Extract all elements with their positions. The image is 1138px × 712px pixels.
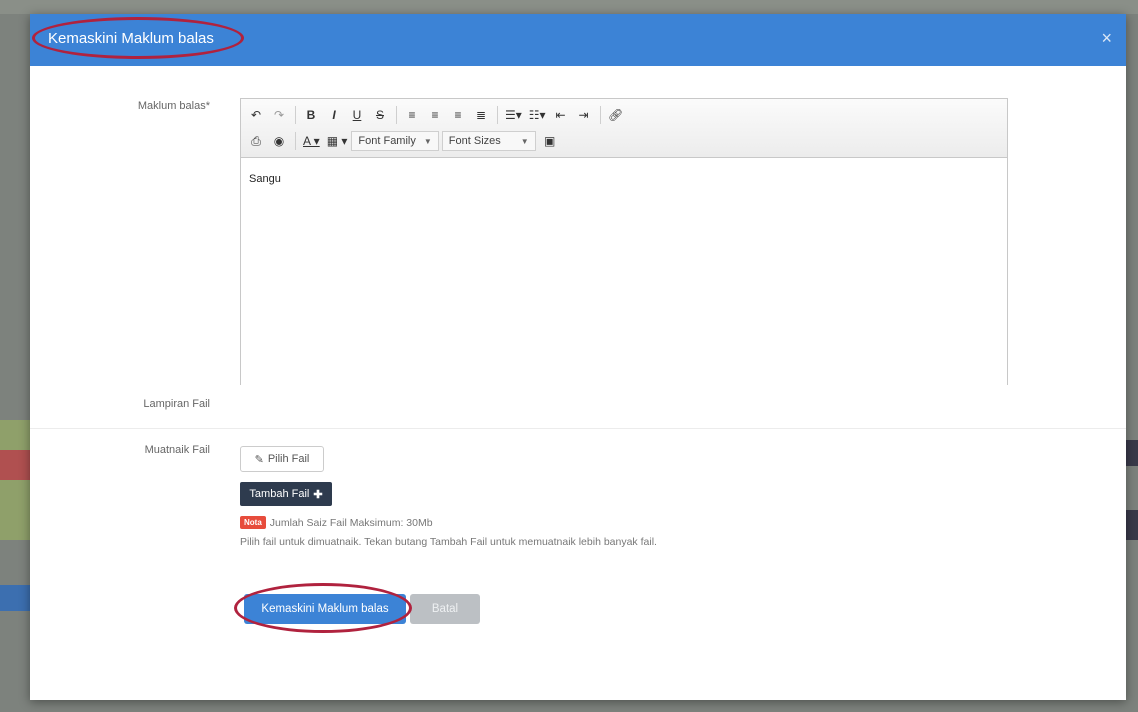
toolbar-divider	[295, 106, 296, 124]
bullet-list-icon[interactable]: ☰▾	[502, 104, 525, 126]
lampiran-fail-label: Lampiran Fail	[143, 398, 210, 410]
editor-toolbar: ↶ ↷ B I U S ≡ ≡ ≡ ≣ ☰▾ ☷▾ ⇤ ⇥ 🔗︎ ⎙ ◉ A ▾…	[241, 99, 1007, 158]
align-left-icon[interactable]: ≡	[401, 104, 423, 126]
strikethrough-icon[interactable]: S	[369, 104, 391, 126]
backdrop-block	[1126, 510, 1138, 540]
chevron-down-icon: ▼	[520, 136, 529, 146]
toolbar-divider	[599, 106, 601, 124]
numbered-list-icon[interactable]: ☷▾	[526, 104, 549, 126]
font-size-value: Font Sizes	[448, 135, 501, 147]
redo-icon[interactable]: ↷	[268, 104, 290, 126]
plus-icon: ✚	[313, 488, 323, 501]
edit-feedback-modal: Kemaskini Maklum balas × Maklum balas* ↶…	[30, 14, 1126, 700]
font-family-value: Font Family	[358, 135, 416, 147]
toolbar-row-2: ⎙ ◉ A ▾ ▦ ▾ Font Family ▼ Font Sizes ▼ ▣	[245, 129, 562, 153]
upload-note: Nota Jumlah Saiz Fail Maksimum: 30Mb	[240, 516, 433, 529]
add-file-label: Tambah Fail	[249, 488, 310, 500]
annotation-ring-submit	[234, 583, 412, 633]
toolbar-row-1: ↶ ↷ B I U S ≡ ≡ ≡ ≣ ☰▾ ☷▾ ⇤ ⇥ 🔗︎	[245, 103, 628, 127]
undo-icon[interactable]: ↶	[245, 104, 267, 126]
maklum-balas-label: Maklum balas*	[137, 100, 210, 112]
outdent-icon[interactable]: ⇤	[550, 104, 572, 126]
backdrop-topbar	[0, 0, 1138, 14]
cancel-button[interactable]: Batal	[410, 594, 480, 624]
align-right-icon[interactable]: ≡	[447, 104, 469, 126]
upload-instructions: Pilih fail untuk dimuatnaik. Tekan butan…	[240, 536, 657, 548]
note-badge: Nota	[240, 516, 266, 529]
underline-icon[interactable]: U	[346, 104, 368, 126]
chevron-down-icon: ▼	[423, 136, 432, 146]
note-text: Jumlah Saiz Fail Maksimum: 30Mb	[269, 516, 433, 529]
backdrop-block	[0, 585, 30, 611]
choose-file-label: Pilih Fail	[267, 453, 310, 465]
italic-icon[interactable]: I	[323, 104, 345, 126]
text-color-icon[interactable]: A ▾	[300, 130, 323, 152]
font-family-select[interactable]: Font Family ▼	[351, 131, 439, 151]
add-file-button[interactable]: Tambah Fail ✚	[240, 482, 332, 506]
section-divider	[30, 428, 1126, 429]
align-justify-icon[interactable]: ≣	[470, 104, 492, 126]
indent-icon[interactable]: ⇥	[573, 104, 595, 126]
print-icon[interactable]: ⎙	[245, 130, 267, 152]
toolbar-divider	[497, 106, 498, 124]
preview-icon[interactable]: ◉	[268, 130, 290, 152]
backdrop-block	[0, 420, 30, 540]
backdrop-block	[1126, 440, 1138, 466]
editor-content[interactable]: Sangu	[249, 173, 281, 185]
muatnaik-fail-label: Muatnaik Fail	[144, 444, 210, 456]
font-size-select[interactable]: Font Sizes ▼	[441, 131, 536, 151]
toolbar-divider	[295, 132, 296, 150]
backdrop-block	[0, 450, 30, 480]
bold-icon[interactable]: B	[300, 104, 322, 126]
align-center-icon[interactable]: ≡	[424, 104, 446, 126]
toolbar-divider	[396, 106, 397, 124]
choose-file-button[interactable]: ✎ Pilih Fail	[240, 446, 324, 472]
link-icon[interactable]: 🔗︎	[605, 104, 627, 126]
paperclip-icon: ✎	[254, 453, 264, 466]
close-icon[interactable]: ×	[1101, 28, 1112, 49]
image-icon[interactable]: ▣	[539, 130, 561, 152]
background-color-icon[interactable]: ▦ ▾	[324, 130, 351, 152]
annotation-ring-title	[32, 17, 244, 59]
rich-text-editor[interactable]: ↶ ↷ B I U S ≡ ≡ ≡ ≣ ☰▾ ☷▾ ⇤ ⇥ 🔗︎ ⎙ ◉ A ▾…	[240, 98, 1008, 385]
